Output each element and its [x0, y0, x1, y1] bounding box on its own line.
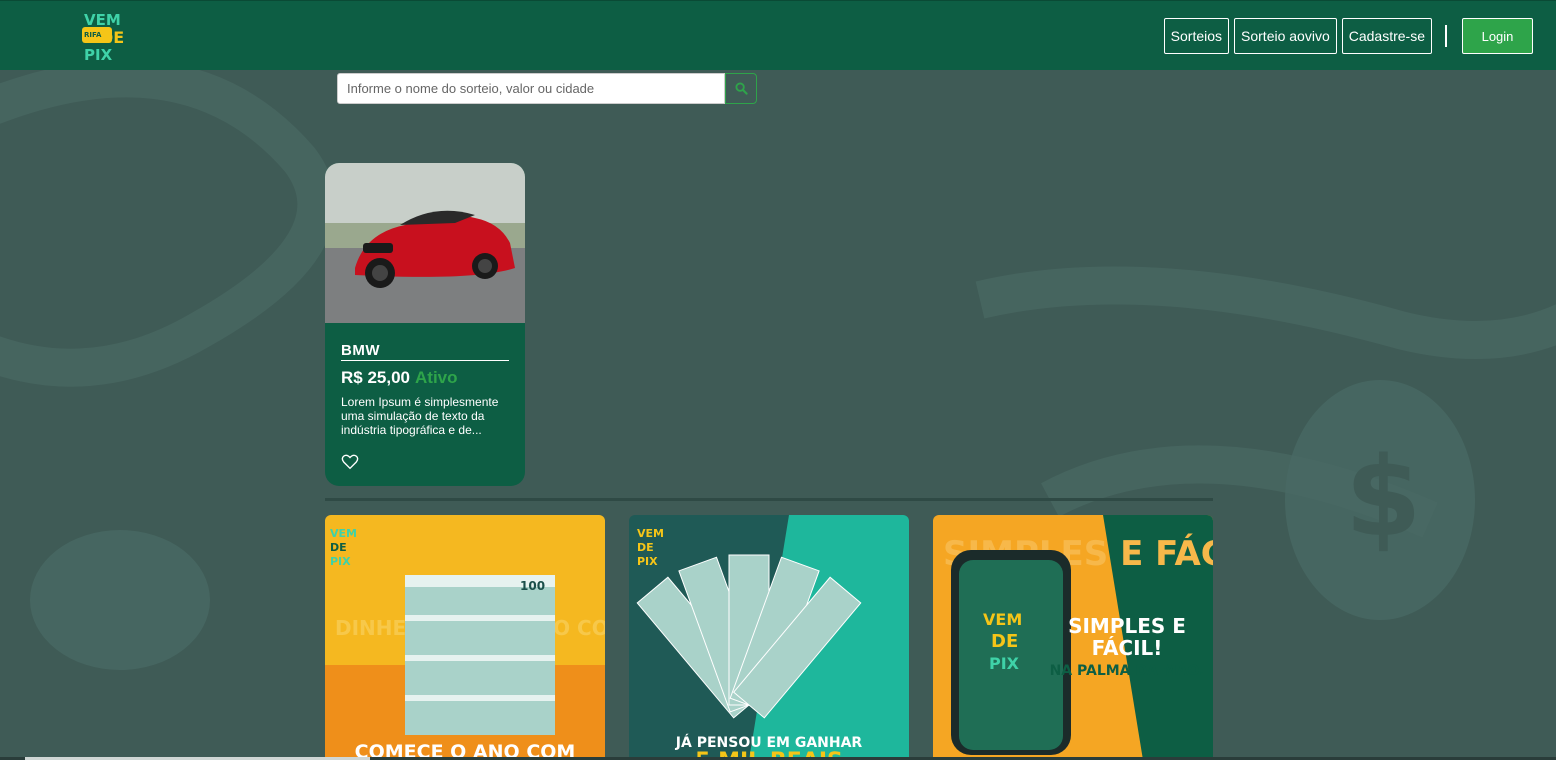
svg-text:VEM: VEM [84, 11, 121, 29]
login-button[interactable]: Login [1462, 18, 1533, 54]
vem-de-pix-logo[interactable]: VEM RIFA DE PIX [82, 9, 132, 63]
svg-text:VEM: VEM [983, 610, 1022, 629]
nav-cadastre-se[interactable]: Cadastre-se [1341, 18, 1432, 54]
svg-text:DE: DE [637, 541, 654, 554]
svg-text:VEM: VEM [330, 527, 357, 540]
svg-text:100: 100 [520, 579, 545, 593]
svg-text:VEM: VEM [637, 527, 664, 540]
search-input[interactable] [337, 73, 725, 104]
svg-text:$: $ [1345, 433, 1422, 561]
search-icon [734, 82, 748, 95]
nav-sorteio-aovivo[interactable]: Sorteio aovivo [1234, 18, 1337, 54]
raffle-description: Lorem Ipsum é simplesmente uma simulação… [341, 395, 499, 437]
top-navbar: VEM RIFA DE PIX Sorteios Sorteio aovivo … [0, 0, 1556, 70]
promo-banner-2[interactable]: VEM DE PIX JÁ PENSOU EM GANHAR 5 MIL REA… [629, 515, 909, 760]
section-divider [325, 498, 1213, 501]
money-fan-illustration: VEM DE PIX [629, 515, 909, 760]
svg-text:DE: DE [991, 631, 1018, 652]
nav-sorteios[interactable]: Sorteios [1163, 18, 1230, 54]
raffle-title: BMW [341, 342, 509, 361]
search-bar [337, 73, 757, 104]
banner-3-subtitle: NA PALMA DA MÃO. [1049, 663, 1205, 679]
money-stack-illustration: DINHEIRO NO BOLSO COMECE O ANO COM 100 V… [325, 515, 605, 760]
raffle-price: R$ 25,00 Ativo [341, 368, 458, 388]
raffle-status-badge: Ativo [415, 368, 458, 387]
svg-text:DE: DE [100, 28, 124, 47]
svg-text:PIX: PIX [637, 555, 658, 568]
svg-text:PIX: PIX [330, 555, 351, 568]
raffle-card[interactable]: BMW R$ 25,00 Ativo Lorem Ipsum é simplesm… [325, 163, 525, 486]
promo-banner-1[interactable]: DINHEIRO NO BOLSO COMECE O ANO COM 100 V… [325, 515, 605, 760]
nav-divider [1445, 25, 1447, 47]
svg-text:PIX: PIX [84, 46, 113, 63]
raffle-car-image [325, 163, 525, 323]
promo-banner-3[interactable]: SIMPLES E FÁCIL VEM DE PIX SIMPLES E FÁC… [933, 515, 1213, 760]
heart-icon[interactable] [341, 453, 359, 471]
banner-3-title: SIMPLES E FÁCIL! [1068, 614, 1186, 660]
svg-text:DE: DE [330, 541, 347, 554]
raffle-price-value: R$ 25,00 [341, 368, 410, 387]
search-button[interactable] [725, 73, 757, 104]
svg-text:PIX: PIX [989, 654, 1020, 673]
